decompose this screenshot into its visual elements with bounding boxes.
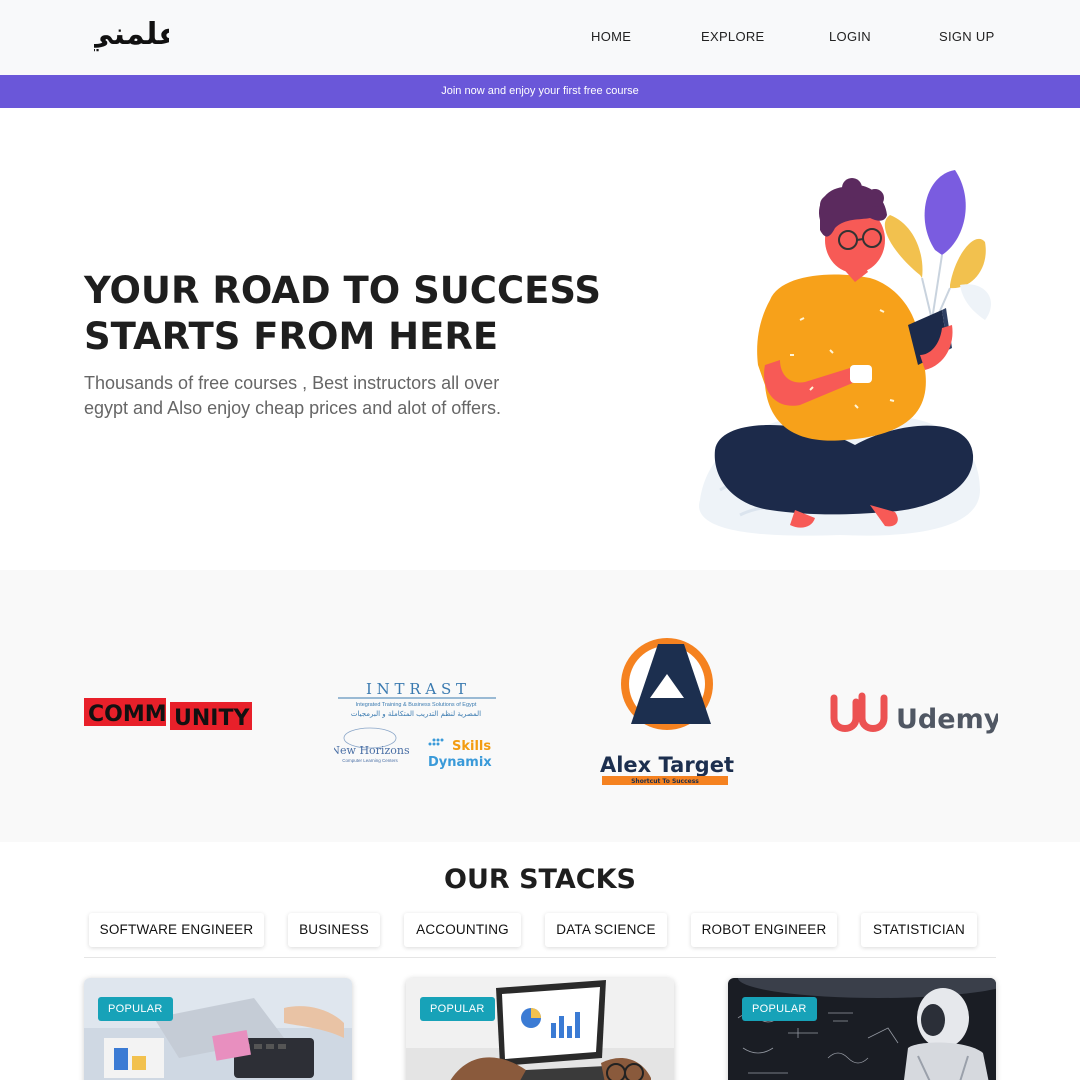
partner-udemy-logo[interactable]: Udemy bbox=[828, 688, 1002, 740]
skills-text: Skills bbox=[452, 739, 491, 754]
site-logo[interactable]: علمني bbox=[83, 8, 178, 66]
tab-accounting[interactable]: ACCOUNTING bbox=[404, 913, 521, 947]
tab-data-science[interactable]: DATA SCIENCE bbox=[545, 913, 667, 947]
community-right-text: UNITY bbox=[174, 706, 250, 731]
logo-text: علمني bbox=[94, 17, 169, 52]
hero-title-line2: STARTS FROM HERE bbox=[84, 315, 499, 358]
partner-community-logo[interactable]: COMM UNITY bbox=[84, 698, 252, 732]
alex-target-tagline: Shortcut To Success bbox=[631, 778, 699, 785]
tab-software-engineer[interactable]: SOFTWARE ENGINEER bbox=[89, 913, 264, 947]
nav-signup[interactable]: SIGN UP bbox=[939, 29, 995, 44]
hero-subtitle: Thousands of free courses , Best instruc… bbox=[84, 373, 501, 418]
intrast-name: I N T R A S T bbox=[366, 680, 466, 698]
top-navbar: علمني HOME EXPLORE LOGIN SIGN UP bbox=[0, 0, 1080, 75]
popular-badge: POPULAR bbox=[742, 997, 817, 1021]
course-card[interactable]: POPULAR bbox=[84, 978, 352, 1080]
tab-business[interactable]: BUSINESS bbox=[288, 913, 380, 947]
popular-badge: POPULAR bbox=[98, 997, 173, 1021]
partner-intrast-logo[interactable]: I N T R A S T Integrated Training & Busi… bbox=[330, 678, 499, 773]
intrast-tagline-en: Integrated Training & Business Solutions… bbox=[356, 702, 477, 708]
nav-home[interactable]: HOME bbox=[591, 29, 631, 44]
course-card[interactable]: POPULAR bbox=[728, 978, 996, 1080]
hero-title-line1: YOUR ROAD TO SUCCESS bbox=[84, 269, 602, 312]
alex-target-text: Alex Target bbox=[600, 753, 734, 777]
course-card-image bbox=[406, 978, 674, 1080]
course-card-image bbox=[728, 978, 996, 1080]
popular-badge: POPULAR bbox=[420, 997, 495, 1021]
stacks-divider bbox=[84, 957, 996, 958]
partner-alex-target-logo[interactable]: Alex Target Shortcut To Success bbox=[598, 636, 738, 788]
hero-illustration bbox=[680, 160, 1010, 550]
promo-banner: Join now and enjoy your first free cours… bbox=[0, 75, 1080, 108]
nav-explore[interactable]: EXPLORE bbox=[701, 29, 765, 44]
course-card-image bbox=[84, 978, 352, 1080]
dynamix-text: Dynamix bbox=[428, 755, 492, 770]
community-left-text: COMM bbox=[88, 702, 167, 727]
stacks-title: OUR STACKS bbox=[444, 864, 636, 895]
tab-robot-engineer[interactable]: ROBOT ENGINEER bbox=[691, 913, 837, 947]
intrast-tagline-ar: المصرية لنظم التدريب المتكاملة و البرمجي… bbox=[351, 710, 481, 718]
udemy-text: Udemy bbox=[896, 704, 998, 735]
tab-statistician[interactable]: STATISTICIAN bbox=[861, 913, 977, 947]
course-card[interactable]: POPULAR bbox=[406, 978, 674, 1080]
nav-login[interactable]: LOGIN bbox=[829, 29, 871, 44]
hero-title: YOUR ROAD TO SUCCESS STARTS FROM HERE bbox=[84, 268, 604, 360]
promo-banner-text: Join now and enjoy your first free cours… bbox=[441, 85, 639, 97]
new-horizons-sub: Computer Learning Centers bbox=[342, 758, 398, 763]
new-horizons-text: New Horizons bbox=[334, 744, 410, 757]
partners-section: COMM UNITY I N T R A S T Integrated Trai… bbox=[0, 570, 1080, 842]
